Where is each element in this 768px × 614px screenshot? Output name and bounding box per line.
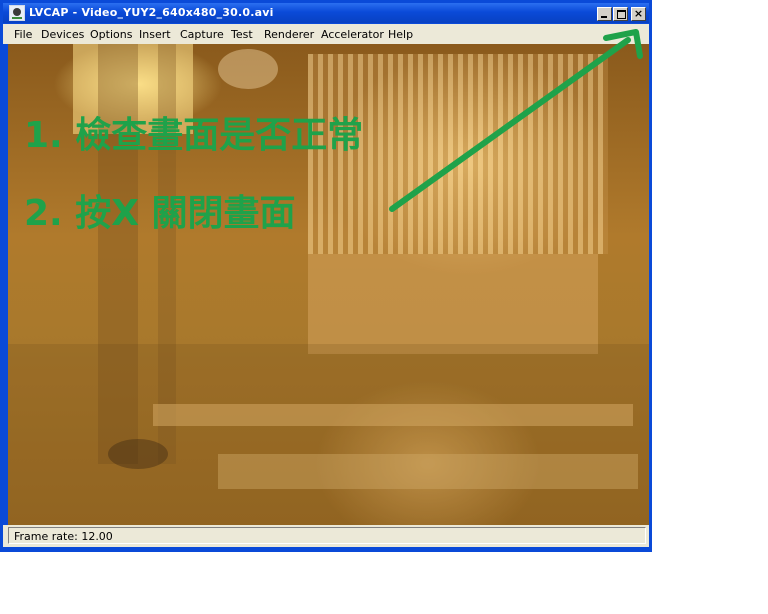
arrow-shaft (389, 37, 631, 212)
pointer-arrow (389, 29, 643, 212)
